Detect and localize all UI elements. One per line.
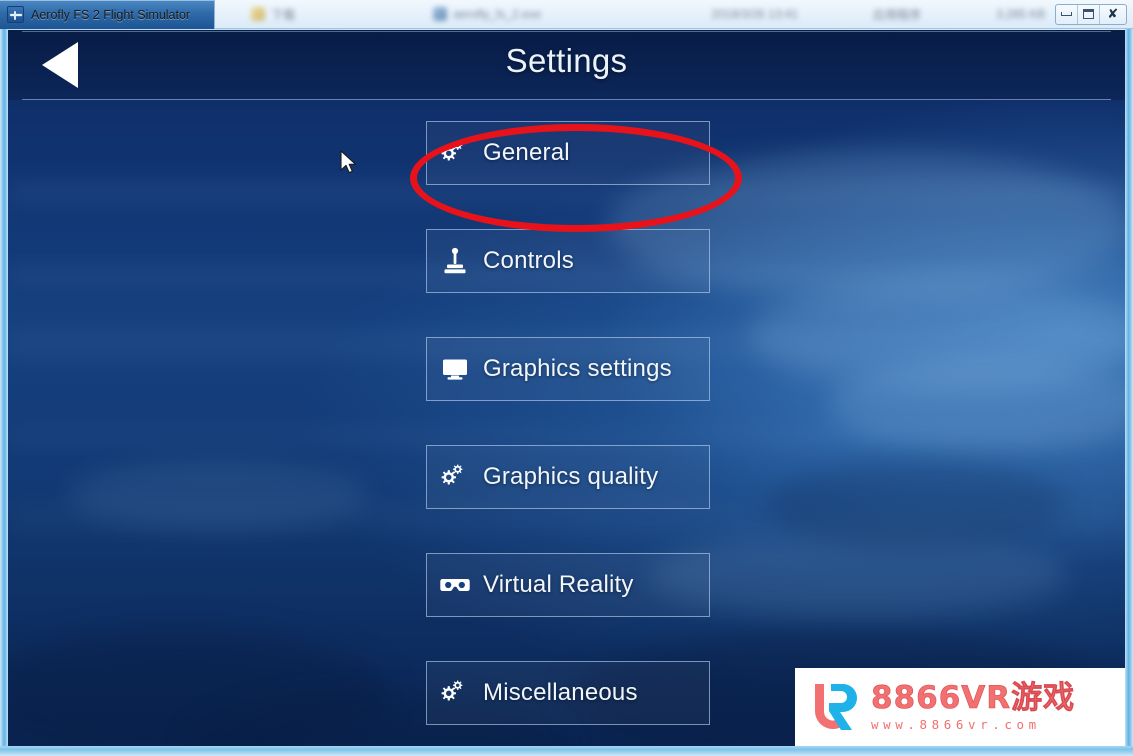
maximize-icon [1082, 9, 1094, 19]
blurred-item-label: 3,285 KB [996, 7, 1046, 21]
settings-menu-list: General Controls Graphics settings Graph… [426, 121, 710, 746]
watermark-title: 8866VR游戏 [871, 679, 1076, 716]
watermark-text: 8866VR游戏 www.8866vr.com [871, 679, 1076, 733]
menu-item-miscellaneous[interactable]: Miscellaneous [426, 661, 710, 725]
window-tab-aerofly[interactable]: Aerofly FS 2 Flight Simulator [0, 0, 216, 29]
gears-icon [427, 140, 483, 166]
page-title: Settings [505, 42, 628, 79]
close-icon: ✘ [1107, 6, 1119, 22]
gears-icon [427, 464, 483, 490]
lr-logo-icon [815, 684, 857, 730]
blurred-item-label: 应用程序 [873, 7, 922, 22]
menu-item-label: General [483, 139, 570, 166]
airplane-icon [7, 6, 24, 23]
blurred-item-label: 下载 [271, 7, 296, 22]
menu-item-label: Controls [483, 247, 574, 274]
menu-item-general[interactable]: General [426, 121, 710, 185]
window-border-bottom [0, 746, 1133, 756]
menu-item-graphics-settings[interactable]: Graphics settings [426, 337, 710, 401]
settings-header: Settings [8, 30, 1125, 100]
watermark: 8866VR游戏 www.8866vr.com [795, 668, 1125, 746]
window-border-right [1125, 29, 1133, 756]
blurred-item: 应用程序 [863, 6, 931, 23]
blurred-item-label: aerofly_fs_2.exe [453, 7, 542, 21]
monitor-icon [427, 356, 483, 382]
blurred-item: 3,285 KB [986, 7, 1055, 21]
minimize-button[interactable] [1056, 4, 1078, 24]
close-button[interactable]: ✘ [1100, 5, 1126, 24]
app-icon [433, 7, 448, 21]
vr-headset-icon [427, 574, 483, 596]
menu-item-label: Graphics quality [483, 463, 659, 490]
blurred-item: 2018/3/26 13:41 [701, 7, 808, 21]
window-controls: ✘ [1055, 3, 1127, 25]
menu-item-virtual-reality[interactable]: Virtual Reality [426, 553, 710, 617]
gears-icon [427, 680, 483, 706]
maximize-button[interactable] [1078, 4, 1100, 24]
window-border-left [0, 29, 8, 756]
blurred-item: aerofly_fs_2.exe [423, 7, 551, 21]
menu-item-graphics-quality[interactable]: Graphics quality [426, 445, 710, 509]
watermark-url: www.8866vr.com [871, 717, 1041, 733]
minimize-icon [1061, 12, 1073, 16]
menu-item-label: Miscellaneous [483, 679, 638, 706]
game-client-area: Settings General Controls Graphics setti… [8, 30, 1125, 746]
blurred-explorer-strip: 下载 aerofly_fs_2.exe 2018/3/26 13:41 应用程序… [215, 0, 1055, 28]
menu-item-controls[interactable]: Controls [426, 229, 710, 293]
title-bar: Aerofly FS 2 Flight Simulator 下载 aerofly… [0, 0, 1133, 29]
window-title-label: Aerofly FS 2 Flight Simulator [31, 7, 191, 22]
joystick-icon [427, 247, 483, 275]
header-divider-top [22, 31, 1111, 32]
menu-item-label: Graphics settings [483, 355, 672, 382]
header-divider-bottom [22, 99, 1111, 100]
os-window-frame: Aerofly FS 2 Flight Simulator 下载 aerofly… [0, 0, 1133, 756]
folder-icon [251, 7, 266, 21]
blurred-item: 下载 [241, 6, 305, 23]
menu-item-label: Virtual Reality [483, 571, 634, 598]
blurred-item-label: 2018/3/26 13:41 [711, 7, 799, 21]
